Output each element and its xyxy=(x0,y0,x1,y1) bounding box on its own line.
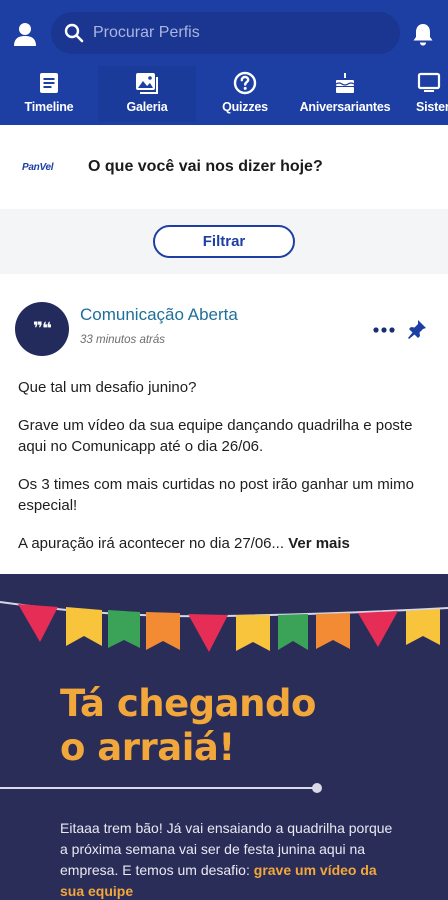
banner-body: Eitaaa trem bão! Já vai ensaiando a quad… xyxy=(60,818,400,900)
banner-title-line: Tá chegando xyxy=(60,682,316,725)
avatar[interactable]: ❞❝ xyxy=(15,302,69,356)
tab-label: Galeria xyxy=(126,100,168,114)
post-image[interactable]: Tá chegando o arraiá! Eitaaa trem bão! J… xyxy=(0,574,448,900)
post-paragraph-last: A apuração irá acontecer no dia 27/06...… xyxy=(18,533,434,554)
tab-label: Sister xyxy=(416,100,448,114)
tab-label: Aniversariantes xyxy=(299,100,391,114)
post-author[interactable]: Comunicação Aberta xyxy=(80,305,238,325)
image-icon xyxy=(134,70,160,96)
composer-prompt: O que você vai nos dizer hoje? xyxy=(88,158,323,175)
profile-button[interactable] xyxy=(8,17,42,51)
top-bar xyxy=(0,0,448,66)
notifications-button[interactable] xyxy=(408,19,438,49)
post-paragraph: Grave um vídeo da sua equipe dançando qu… xyxy=(18,417,413,455)
tab-timeline[interactable]: Timeline xyxy=(0,66,98,125)
search-bar[interactable] xyxy=(51,12,400,54)
avatar-quote-icon: ❞❝ xyxy=(33,319,52,339)
app-header: Timeline Galeria Quizzes xyxy=(0,0,448,125)
post-timestamp: 33 minutos atrás xyxy=(80,334,166,346)
filter-button[interactable]: Filtrar xyxy=(153,225,295,258)
banner-title-line: o arraiá! xyxy=(60,726,235,769)
search-input[interactable] xyxy=(93,24,383,42)
tab-label: Quizzes xyxy=(222,100,268,114)
nav-tabs: Timeline Galeria Quizzes Aniversariantes… xyxy=(0,66,448,125)
filter-area: Filtrar xyxy=(0,209,448,274)
cake-icon xyxy=(332,70,358,96)
tab-aniversariantes[interactable]: Aniversariantes xyxy=(294,66,396,125)
banner-title: Tá chegando o arraiá! xyxy=(60,682,316,770)
post-composer[interactable]: PanVel O que você vai nos dizer hoje? xyxy=(0,125,448,209)
tab-label: Timeline xyxy=(24,100,74,114)
more-dots-icon xyxy=(373,327,395,333)
banner-divider xyxy=(0,787,318,789)
see-more-link[interactable]: Ver mais xyxy=(288,535,350,552)
post-body: Que tal um desafio junino? Grave um víde… xyxy=(18,377,434,571)
user-icon xyxy=(14,23,36,46)
search-icon xyxy=(61,20,87,46)
post-paragraph-text: A apuração irá acontecer no dia 27/06... xyxy=(18,535,285,552)
bell-icon xyxy=(413,24,433,46)
post-paragraph: Os 3 times com mais curtidas no post irã… xyxy=(18,476,414,514)
bunting-flags-illustration xyxy=(0,601,448,652)
tab-quizzes[interactable]: Quizzes xyxy=(196,66,294,125)
monitor-icon xyxy=(416,70,442,96)
post-card: ❞❝ Comunicação Aberta 33 minutos atrás Q… xyxy=(0,274,448,900)
list-icon xyxy=(36,70,62,96)
banner-divider-dot xyxy=(312,783,322,793)
pin-button[interactable] xyxy=(406,318,428,340)
tab-galeria[interactable]: Galeria xyxy=(98,66,196,125)
question-icon xyxy=(232,70,258,96)
more-options-button[interactable] xyxy=(372,320,396,340)
company-logo: PanVel xyxy=(22,161,54,173)
tab-sister[interactable]: Sister xyxy=(396,66,448,125)
pin-icon xyxy=(408,320,426,339)
post-paragraph: Que tal um desafio junino? xyxy=(18,379,197,396)
